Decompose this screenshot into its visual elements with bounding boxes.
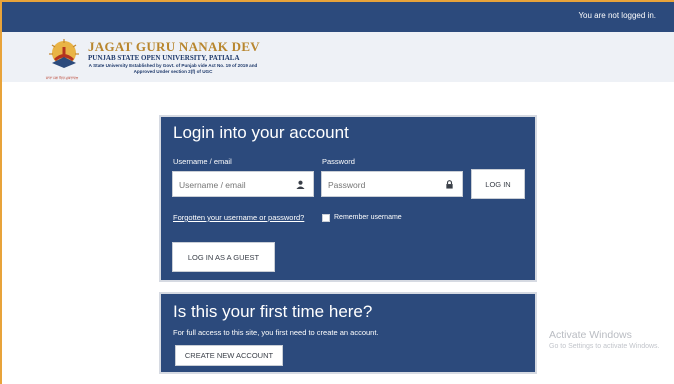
university-title: JAGAT GURU NANAK DEV: [88, 39, 260, 54]
remember-username-label: Remember username: [334, 214, 402, 221]
password-input[interactable]: [328, 178, 438, 191]
username-input[interactable]: [179, 178, 289, 191]
university-description: A State University Established by Govt. …: [88, 63, 258, 74]
login-button[interactable]: LOG IN: [471, 169, 525, 199]
login-title: Login into your account: [173, 123, 349, 142]
brand-header: ਸਾਰਾ ਜਗ ਵਿਚ ਮੁਕਤਾਵਲ JAGAT GURU NANAK DEV…: [2, 32, 674, 82]
top-navbar: You are not logged in.: [2, 2, 674, 32]
first-time-panel: Is this your first time here? For full a…: [159, 292, 537, 374]
lock-icon: [446, 180, 453, 189]
username-label: Username / email: [173, 157, 232, 166]
university-subtitle: PUNJAB STATE OPEN UNIVERSITY, PATIALA: [88, 54, 240, 62]
password-field-wrapper: [321, 171, 463, 197]
user-icon: [296, 180, 305, 189]
login-panel: Login into your account Username / email…: [159, 115, 537, 282]
activate-windows-title: Activate Windows: [549, 329, 632, 341]
activate-windows-hint: Go to Settings to activate Windows.: [549, 343, 660, 350]
login-status-text: You are not logged in.: [578, 11, 656, 20]
create-account-button[interactable]: CREATE NEW ACCOUNT: [175, 345, 283, 366]
username-field-wrapper: [172, 171, 314, 197]
logo-caption: ਸਾਰਾ ਜਗ ਵਿਚ ਮੁਕਤਾਵਲ: [45, 76, 79, 80]
first-time-text: For full access to this site, you first …: [173, 328, 379, 337]
forgot-password-link[interactable]: Forgotten your username or password?: [173, 213, 304, 222]
password-label: Password: [322, 157, 355, 166]
first-time-title: Is this your first time here?: [173, 302, 373, 321]
university-logo[interactable]: [44, 37, 84, 79]
guest-login-button[interactable]: LOG IN AS A GUEST: [172, 242, 275, 272]
remember-username-checkbox[interactable]: [322, 214, 330, 222]
